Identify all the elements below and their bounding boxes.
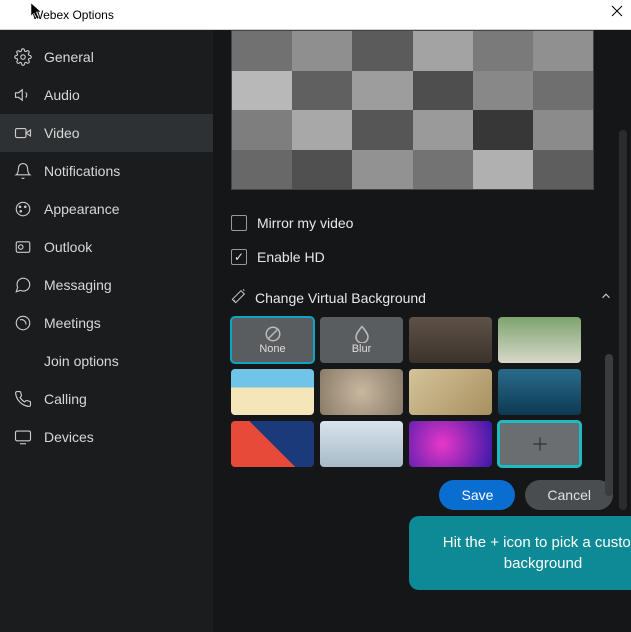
close-icon[interactable] (611, 4, 623, 20)
phone-icon (14, 390, 32, 408)
bg-tile-living-room[interactable] (498, 317, 581, 363)
meetings-icon (14, 314, 32, 332)
outlook-icon (14, 238, 32, 256)
sidebar-item-label: Meetings (44, 315, 101, 331)
virtual-bg-header[interactable]: Change Virtual Background (213, 274, 631, 317)
bg-tile-none[interactable]: None (231, 317, 314, 363)
sidebar-item-label: Notifications (44, 163, 120, 179)
content-pane: Mirror my video Enable HD Change Virtual… (213, 30, 631, 632)
bg-tile-space[interactable] (409, 421, 492, 467)
video-icon (14, 124, 32, 142)
video-preview-area (213, 30, 631, 198)
titlebar: Webex Options (0, 0, 631, 30)
checkbox-icon[interactable] (231, 215, 247, 231)
callout-text: Hit the + icon to pick a custom backgrou… (443, 534, 631, 572)
sidebar-item-label: Audio (44, 87, 80, 103)
palette-icon (14, 200, 32, 218)
bg-tile-label: None (259, 343, 285, 355)
sidebar-item-label: General (44, 49, 94, 65)
window-title: Webex Options (32, 8, 114, 22)
gear-icon (14, 48, 32, 66)
mirror-video-label: Mirror my video (257, 215, 353, 231)
bg-tile-abstract-red[interactable] (231, 421, 314, 467)
bell-icon (14, 162, 32, 180)
sidebar-item-video[interactable]: Video (0, 114, 213, 152)
cancel-button[interactable]: Cancel (525, 480, 613, 510)
monitor-icon (14, 428, 32, 446)
sidebar-item-audio[interactable]: Audio (0, 76, 213, 114)
sidebar-item-general[interactable]: General (0, 38, 213, 76)
wand-icon (231, 288, 247, 307)
sidebar-item-devices[interactable]: Devices (0, 418, 213, 456)
sidebar-item-label: Calling (44, 391, 87, 407)
enable-hd-label: Enable HD (257, 249, 325, 265)
sidebar-item-calling[interactable]: Calling (0, 380, 213, 418)
sidebar-item-outlook[interactable]: Outlook (0, 228, 213, 266)
bg-tile-office1[interactable] (409, 317, 492, 363)
plus-icon (530, 434, 550, 454)
chat-icon (14, 276, 32, 294)
sidebar-item-label: Devices (44, 429, 94, 445)
sidebar-item-label: Messaging (44, 277, 112, 293)
bg-tile-bokeh[interactable] (320, 369, 403, 415)
save-button[interactable]: Save (439, 480, 515, 510)
checkbox-checked-icon[interactable] (231, 249, 247, 265)
bg-tile-sunlight[interactable] (409, 369, 492, 415)
sidebar-item-label: Join options (44, 353, 119, 369)
mirror-video-row[interactable]: Mirror my video (231, 206, 613, 240)
sidebar-item-label: Outlook (44, 239, 92, 255)
video-controls: Mirror my video Enable HD (213, 198, 631, 274)
bg-tile-room[interactable] (320, 421, 403, 467)
bg-tile-beach[interactable] (231, 369, 314, 415)
footer: Save Cancel (213, 467, 631, 523)
sidebar: General Audio Video Notifications Appear… (0, 30, 213, 632)
video-preview (231, 30, 594, 190)
bg-tile-blur[interactable]: Blur (320, 317, 403, 363)
sidebar-item-appearance[interactable]: Appearance (0, 190, 213, 228)
virtual-bg-title: Change Virtual Background (255, 290, 591, 306)
callout-tooltip: Hit the + icon to pick a custom backgrou… (409, 516, 631, 590)
sidebar-item-join-options[interactable]: Join options (0, 342, 213, 380)
none-icon (264, 325, 282, 343)
blur-icon (353, 325, 371, 343)
body: General Audio Video Notifications Appear… (0, 30, 631, 632)
sidebar-item-notifications[interactable]: Notifications (0, 152, 213, 190)
sidebar-item-meetings[interactable]: Meetings (0, 304, 213, 342)
bg-tile-add[interactable] (498, 421, 581, 467)
chevron-up-icon[interactable] (599, 289, 613, 306)
virtual-bg-grid: None Blur (213, 317, 631, 467)
cursor-icon (30, 2, 44, 20)
content-scrollbar[interactable] (619, 130, 627, 510)
bg-tile-mountains[interactable] (498, 369, 581, 415)
bg-grid-scrollbar[interactable] (605, 354, 613, 496)
speaker-icon (14, 86, 32, 104)
sidebar-item-label: Video (44, 125, 80, 141)
sidebar-item-messaging[interactable]: Messaging (0, 266, 213, 304)
sidebar-item-label: Appearance (44, 201, 120, 217)
options-window: Webex Options General Audio Video Notifi… (0, 0, 631, 632)
bg-tile-label: Blur (352, 343, 372, 355)
enable-hd-row[interactable]: Enable HD (231, 240, 613, 274)
